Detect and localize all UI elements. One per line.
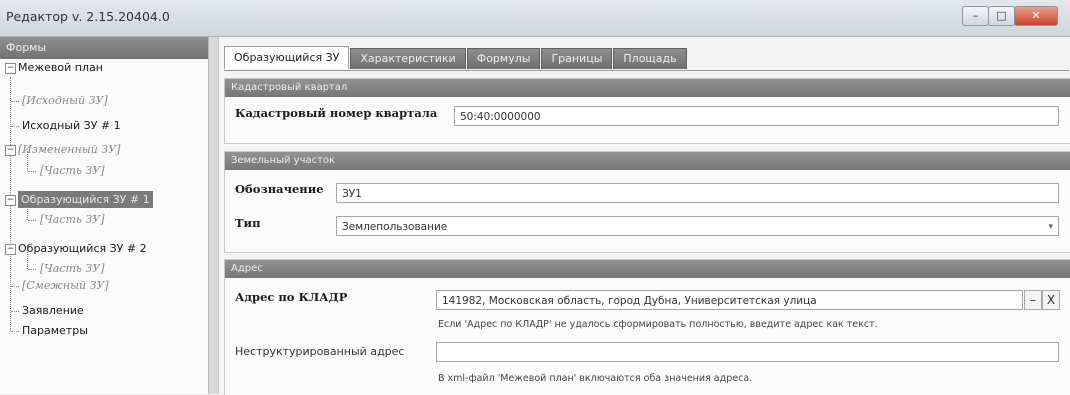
tree-line xyxy=(28,269,36,270)
section-header: Земельный участок xyxy=(225,152,1070,170)
tab-kharakteristiki[interactable]: Характеристики xyxy=(350,48,466,69)
kladr-address-field[interactable]: 141982, Московская область, город Дубна,… xyxy=(436,290,1023,310)
type-select[interactable]: Землепользование ▾ xyxy=(336,216,1059,236)
kladr-menu-button[interactable]: – xyxy=(1024,290,1042,310)
window-title-bar: Редактор v. 2.15.20404.0 – □ ✕ xyxy=(0,0,1070,37)
editor-pane: Образующийся ЗУ Характеристики Формулы Г… xyxy=(219,37,1070,395)
xml-hint: В xml-файл 'Межевой план' включаются оба… xyxy=(438,373,753,384)
tree-item-parametry[interactable]: Параметры xyxy=(22,322,88,339)
tab-ploshchad[interactable]: Площадь xyxy=(613,48,687,69)
tree-item-iskhodny-zu-group[interactable]: [Исходный ЗУ] xyxy=(22,92,108,109)
tree-line xyxy=(11,126,19,127)
kladr-hint: Если 'Адрес по КЛАДР' не удалось сформир… xyxy=(438,319,878,330)
section-zemelny-uchastok: Земельный участок Обозначение ЗУ1 Тип Зе… xyxy=(224,151,1070,253)
unstructured-address-field[interactable] xyxy=(436,342,1059,362)
tree-item-iskhodny-zu-1[interactable]: Исходный ЗУ # 1 xyxy=(22,117,121,134)
tree-item-chast-zu[interactable]: [Часть ЗУ] xyxy=(40,260,105,277)
section-kadastrovy-kvartal: Кадастровый квартал Кадастровый номер кв… xyxy=(224,78,1070,144)
collapse-icon[interactable]: − xyxy=(5,145,16,156)
collapse-icon[interactable]: − xyxy=(5,195,16,206)
forms-panel: Формы − Межевой план [Исходный ЗУ] Исход… xyxy=(0,37,209,394)
tree-item-izmenenny-zu[interactable]: [Измененный ЗУ] xyxy=(18,141,120,158)
type-value: Землепользование xyxy=(342,221,448,233)
kladr-address-label: Адрес по КЛАДР xyxy=(235,290,348,304)
collapse-icon[interactable]: − xyxy=(5,63,16,74)
chevron-down-icon[interactable]: ▾ xyxy=(1048,217,1053,235)
tree-item-zayavlenie[interactable]: Заявление xyxy=(22,302,84,319)
section-header: Адрес xyxy=(225,260,1070,278)
collapse-icon[interactable]: − xyxy=(5,244,16,255)
type-label: Тип xyxy=(235,216,261,230)
tree-line xyxy=(11,311,19,312)
tab-divider xyxy=(224,70,1069,71)
tree-item-chast-zu[interactable]: [Часть ЗУ] xyxy=(40,162,105,179)
forms-panel-header: Формы xyxy=(0,37,208,59)
designation-field[interactable]: ЗУ1 xyxy=(336,183,1059,203)
section-header: Кадастровый квартал xyxy=(225,79,1070,97)
tree-item-chast-zu[interactable]: [Часть ЗУ] xyxy=(40,211,105,228)
minimize-button[interactable]: – xyxy=(962,6,989,26)
tree-line xyxy=(11,101,19,102)
tree-line xyxy=(11,331,19,332)
tab-obrazuyushchiysya-zu[interactable]: Образующийся ЗУ xyxy=(224,46,350,69)
tree-item-obrazuyushchiysya-zu-1[interactable]: Образующийся ЗУ # 1 xyxy=(18,191,153,208)
section-adres: Адрес Адрес по КЛАДР 141982, Московская … xyxy=(224,259,1070,395)
unstructured-address-label: Неструктурированный адрес xyxy=(235,345,405,358)
maximize-button[interactable]: □ xyxy=(988,6,1015,26)
tab-bar: Образующийся ЗУ Характеристики Формулы Г… xyxy=(224,46,688,70)
close-button[interactable]: ✕ xyxy=(1014,6,1058,26)
tab-formuly[interactable]: Формулы xyxy=(466,48,541,69)
tree-item-obrazuyushchiysya-zu-2[interactable]: Образующийся ЗУ # 2 xyxy=(18,240,147,257)
tree-line xyxy=(28,171,36,172)
tree-item-smezhny-zu[interactable]: [Смежный ЗУ] xyxy=(22,277,109,294)
designation-label: Обозначение xyxy=(235,182,324,196)
tree-item-mezhevoy-plan[interactable]: Межевой план xyxy=(18,59,103,76)
panel-splitter[interactable] xyxy=(209,37,219,394)
tree-line xyxy=(28,220,36,221)
kladr-clear-button[interactable]: X xyxy=(1042,290,1060,310)
window-controls: – □ ✕ xyxy=(962,6,1058,26)
kvartal-number-label: Кадастровый номер квартала xyxy=(235,106,438,120)
kvartal-number-field[interactable]: 50:40:0000000 xyxy=(454,106,1059,126)
window-title: Редактор v. 2.15.20404.0 xyxy=(6,9,170,24)
tab-granitsy[interactable]: Границы xyxy=(541,48,613,69)
tree-line xyxy=(11,286,19,287)
